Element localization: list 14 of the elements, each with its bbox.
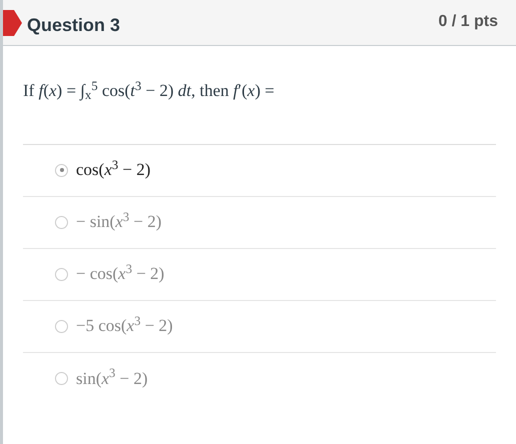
radio-button[interactable] [55, 268, 68, 280]
flag-icon [3, 10, 22, 36]
answer-text: − sin(x$^{3}$ − 2) [76, 209, 162, 234]
radio-button[interactable] [55, 164, 68, 176]
question-text: If f(x) = ∫$_{x}$$^{5}$ cos(t$^{3}$ − 2) dt, then f′(x) = [23, 78, 276, 104]
points-label: 0 / 1 pts [438, 12, 498, 32]
radio-button[interactable] [55, 320, 68, 332]
question-title: Question 3 [27, 14, 120, 37]
answer-text: −5 cos(x$^{3}$ − 2) [76, 313, 173, 338]
answer-text: sin(x$^{3}$ − 2) [76, 366, 148, 390]
answer-text: cos(x$^{3}$ − 2) [76, 157, 150, 182]
answer-text: − cos(x$^{3}$ − 2) [76, 261, 164, 286]
radio-button[interactable] [55, 372, 68, 385]
radio-button[interactable] [55, 216, 68, 228]
